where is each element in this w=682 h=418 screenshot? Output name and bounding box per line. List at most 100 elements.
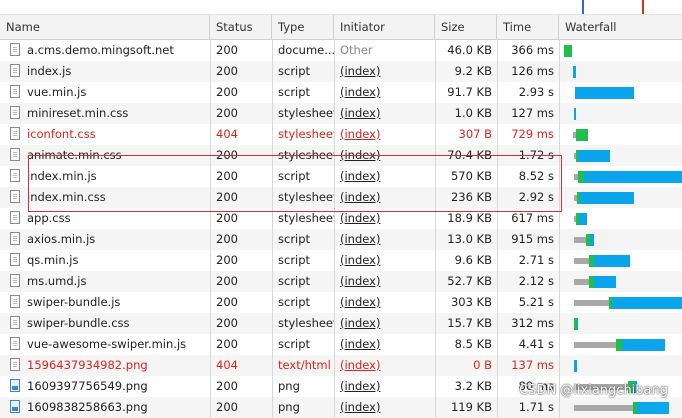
request-initiator[interactable]: (index) (334, 271, 435, 292)
request-waterfall (559, 187, 682, 208)
request-name: 1596437934982.png (27, 358, 148, 372)
request-waterfall (559, 334, 682, 355)
column-header-type[interactable]: Type (272, 15, 334, 39)
request-type: png (272, 397, 334, 418)
table-row[interactable]: vue.min.js 200 script (index) 91.7 KB 2.93 s (0, 82, 682, 103)
request-initiator[interactable]: (index) (334, 376, 435, 397)
request-size: 91.7 KB (435, 82, 497, 103)
request-initiator[interactable]: (index) (334, 334, 435, 355)
table-row[interactable]: 1609838258663.png 200 png (index) 119 KB 1.71… (0, 397, 682, 418)
waterfall-waiting-bar (574, 237, 586, 243)
request-initiator[interactable]: (index) (334, 250, 435, 271)
request-waterfall (559, 292, 682, 313)
column-header-size[interactable]: Size (435, 15, 497, 39)
waterfall-download-bar (594, 255, 630, 267)
table-row[interactable]: vue-awesome-swiper.min.js 200 script (index… (0, 334, 682, 355)
request-waterfall (559, 40, 682, 61)
request-status: 200 (210, 271, 272, 292)
column-header-name[interactable]: Name (0, 15, 210, 39)
request-type: script (272, 82, 334, 103)
request-initiator[interactable]: (index) (334, 292, 435, 313)
request-size: 52.7 KB (435, 271, 497, 292)
request-initiator[interactable]: (index) (334, 313, 435, 334)
request-waterfall (559, 355, 682, 376)
request-type: png (272, 376, 334, 397)
request-status: 200 (210, 103, 272, 124)
waterfall-waiting-bar (574, 258, 589, 264)
request-size: 0 B (435, 355, 497, 376)
request-waterfall (559, 250, 682, 271)
request-status: 404 (210, 124, 272, 145)
waterfall-download-bar (594, 276, 616, 288)
table-row[interactable]: swiper-bundle.css 200 stylesheet (index) 15.… (0, 313, 682, 334)
table-row[interactable]: iconfont.css 404 stylesheet (index) 307 B 729… (0, 124, 682, 145)
table-row[interactable]: axios.min.js 200 script (index) 13.0 KB 915 m… (0, 229, 682, 250)
request-type: stylesheet (272, 313, 334, 334)
waterfall-download-bar (590, 234, 594, 246)
request-time: 729 ms (497, 124, 559, 145)
request-status: 200 (210, 61, 272, 82)
table-row[interactable]: index.js 200 script (index) 9.2 KB 126 ms (0, 61, 682, 82)
request-initiator[interactable]: (index) (334, 397, 435, 418)
request-initiator[interactable]: (index) (334, 229, 435, 250)
waterfall-waiting-bar (574, 405, 633, 411)
table-row[interactable]: swiper-bundle.js 200 script (index) 303 KB 5.… (0, 292, 682, 313)
request-initiator: Other (334, 40, 435, 61)
column-header-time[interactable]: Time (497, 15, 559, 39)
request-time: 137 ms (497, 355, 559, 376)
request-name: swiper-bundle.js (27, 295, 121, 309)
table-row[interactable]: ms.umd.js 200 script (index) 52.7 KB 2.12 s (0, 271, 682, 292)
request-initiator[interactable]: (index) (334, 61, 435, 82)
column-header-status[interactable]: Status (210, 15, 272, 39)
request-size: 8.5 KB (435, 334, 497, 355)
request-initiator[interactable]: (index) (334, 124, 435, 145)
request-initiator[interactable]: (index) (334, 103, 435, 124)
request-time: 126 ms (497, 61, 559, 82)
request-status: 200 (210, 334, 272, 355)
request-time: 1.71 s (497, 397, 559, 418)
request-type: text/html (272, 355, 334, 376)
waterfall-ttfb-bar (564, 45, 572, 57)
request-type: docume... (272, 40, 334, 61)
request-waterfall (559, 229, 682, 250)
column-header-waterfall[interactable]: Waterfall (559, 15, 682, 39)
request-size: 1.0 KB (435, 103, 497, 124)
request-waterfall (559, 208, 682, 229)
request-name: axios.min.js (27, 232, 96, 246)
request-initiator[interactable]: (index) (334, 355, 435, 376)
waterfall-download-bar (574, 108, 576, 120)
table-row[interactable]: minireset.min.css 200 stylesheet (index) 1.0… (0, 103, 682, 124)
waterfall-download-bar (579, 213, 587, 225)
request-time: 366 ms (497, 40, 559, 61)
waterfall-waiting-bar (574, 279, 589, 285)
request-waterfall (559, 271, 682, 292)
request-type: script (272, 292, 334, 313)
table-row[interactable]: 1596437934982.png 404 text/html (index) 0 B1… (0, 355, 682, 376)
request-initiator[interactable]: (index) (334, 82, 435, 103)
request-type: stylesheet (272, 103, 334, 124)
request-name: 1609397756549.png (27, 379, 148, 393)
table-row[interactable]: a.cms.demo.mingsoft.net 200 docume... Other… (0, 40, 682, 61)
request-name: vue.min.js (27, 85, 87, 99)
waterfall-ttfb-bar (576, 129, 588, 141)
request-size: 13.0 KB (435, 229, 497, 250)
request-waterfall (559, 124, 682, 145)
request-size: 15.7 KB (435, 313, 497, 334)
request-status: 200 (210, 229, 272, 250)
waterfall-download-bar (580, 192, 634, 204)
table-row[interactable]: qs.min.js 200 script (index) 9.6 KB 2.71 s (0, 250, 682, 271)
waterfall-download-bar (637, 402, 669, 414)
request-size: 9.6 KB (435, 250, 497, 271)
request-waterfall (559, 166, 682, 187)
request-status: 404 (210, 355, 272, 376)
overview-timeline[interactable] (0, 0, 682, 15)
request-time: 127 ms (497, 103, 559, 124)
request-type: script (272, 271, 334, 292)
highlight-box (28, 155, 562, 212)
request-time: 312 ms (497, 313, 559, 334)
request-name: iconfont.css (27, 127, 96, 141)
request-waterfall (559, 313, 682, 334)
request-status: 200 (210, 82, 272, 103)
column-header-initiator[interactable]: Initiator (334, 15, 435, 39)
waterfall-download-bar (622, 339, 665, 351)
